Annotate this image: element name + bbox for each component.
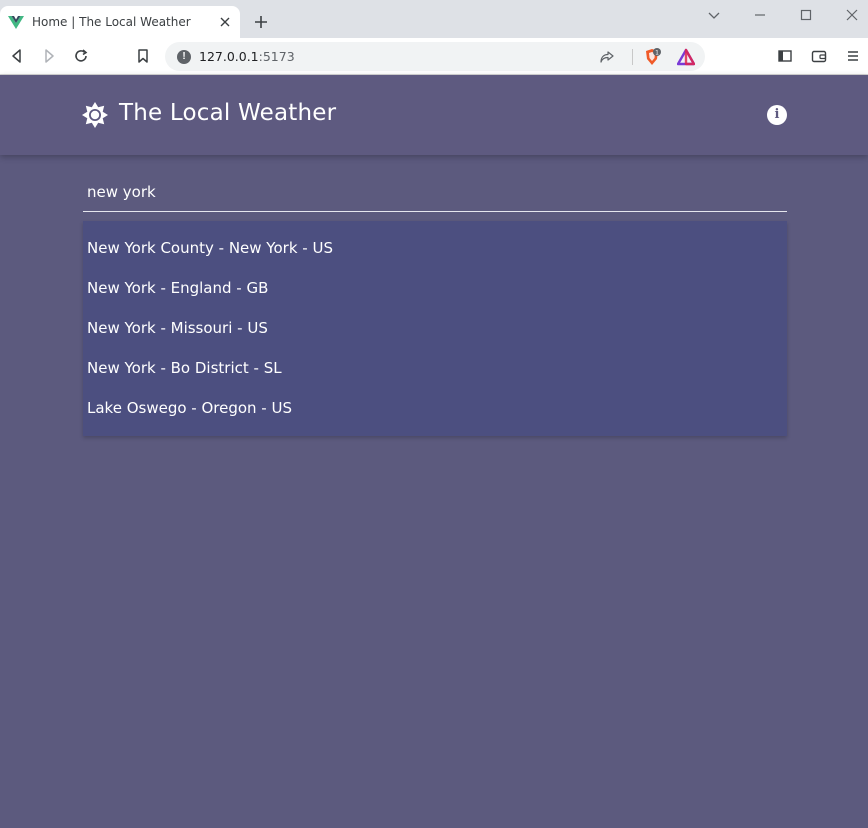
shield-badge-count: 1: [655, 49, 659, 56]
site-info-icon[interactable]: !: [177, 50, 191, 64]
browser-tab-active[interactable]: Home | The Local Weather: [0, 6, 240, 38]
browser-toolbar: ! 127.0.0.1:5173 1: [0, 38, 868, 75]
minimize-icon[interactable]: [752, 7, 768, 23]
reload-icon[interactable]: [73, 48, 89, 64]
vue-icon: [8, 16, 24, 29]
address-divider: [632, 49, 633, 65]
bookmark-icon[interactable]: [135, 48, 151, 64]
close-tab-icon[interactable]: [218, 15, 232, 29]
new-tab-icon[interactable]: [253, 14, 269, 30]
menu-icon[interactable]: [845, 48, 861, 64]
search-result-item[interactable]: New York - Missouri - US: [83, 308, 787, 348]
sun-icon[interactable]: [82, 102, 108, 128]
forward-icon[interactable]: [41, 48, 57, 64]
maximize-icon[interactable]: [798, 7, 814, 23]
search-result-item[interactable]: New York County - New York - US: [83, 228, 787, 268]
app-title[interactable]: The Local Weather: [119, 100, 336, 126]
close-window-icon[interactable]: [844, 7, 860, 23]
search-results-list: New York County - New York - US New York …: [83, 221, 787, 436]
search-result-item[interactable]: New York - England - GB: [83, 268, 787, 308]
brave-shield-icon[interactable]: 1: [643, 48, 661, 66]
tab-search-chevron-icon[interactable]: [706, 7, 722, 23]
browser-tabstrip: Home | The Local Weather: [0, 0, 868, 38]
address-bar[interactable]: ! 127.0.0.1:5173 1: [165, 42, 705, 71]
search-input[interactable]: [83, 172, 787, 211]
search-result-item[interactable]: New York - Bo District - SL: [83, 348, 787, 388]
info-icon[interactable]: i: [767, 105, 787, 125]
share-icon[interactable]: [599, 49, 615, 65]
app-header: The Local Weather i: [0, 75, 868, 155]
back-icon[interactable]: [9, 48, 25, 64]
search-result-item[interactable]: Lake Oswego - Oregon - US: [83, 388, 787, 428]
search-container: [83, 172, 787, 212]
tab-title: Home | The Local Weather: [32, 15, 191, 29]
wallet-icon[interactable]: [811, 48, 827, 64]
sidebar-icon[interactable]: [777, 48, 793, 64]
url-text: 127.0.0.1:5173: [199, 49, 295, 64]
brave-rewards-icon[interactable]: [677, 48, 695, 66]
